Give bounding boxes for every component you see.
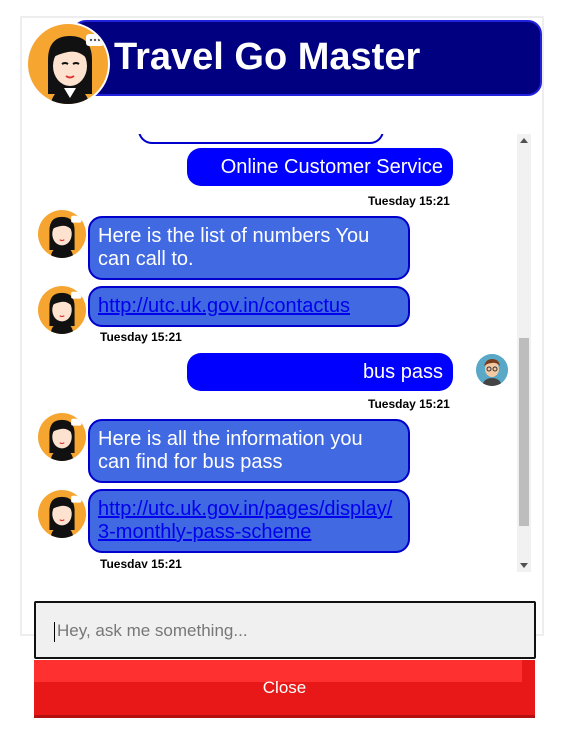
bot-link-bubble: http://utc.uk.gov.in/contactus — [88, 286, 410, 327]
close-button-label: Close — [262, 678, 307, 697]
bot-link-bubble: http://utc.uk.gov.in/pages/display/3-mon… — [88, 489, 410, 553]
bot-message-bubble: Here is the list of numbers You can call… — [88, 216, 410, 280]
user-message-bubble: Online Customer Service — [187, 148, 453, 186]
agent-logo-icon — [26, 22, 110, 106]
input-placeholder: Hey, ask me something... — [57, 621, 248, 640]
chat-scrollbar[interactable] — [517, 134, 531, 572]
text-caret — [54, 621, 55, 642]
previous-message-bubble — [138, 134, 384, 144]
message-timestamp: Tuesday 15:21 — [100, 330, 182, 344]
agent-avatar-icon — [38, 413, 86, 461]
message-text: Here is the list of numbers You can call… — [98, 225, 370, 270]
agent-avatar-icon — [38, 286, 86, 334]
message-text: bus pass — [362, 361, 443, 383]
chat-widget: Travel Go Master Online Customer Service… — [20, 16, 544, 636]
scroll-down-icon[interactable] — [520, 563, 528, 568]
message-list[interactable]: Online Customer Service Tuesday 15:21 He… — [32, 134, 512, 568]
scroll-up-icon[interactable] — [520, 138, 528, 143]
message-timestamp: Tuesday 15:21 — [100, 557, 182, 568]
message-timestamp: Tuesday 15:21 — [368, 194, 450, 208]
agent-avatar-icon — [38, 210, 86, 258]
monthly-pass-link[interactable]: http://utc.uk.gov.in/pages/display/3-mon… — [98, 498, 392, 543]
app-title: Travel Go Master — [114, 36, 421, 78]
contactus-link[interactable]: http://utc.uk.gov.in/contactus — [98, 295, 350, 317]
user-message-bubble: bus pass — [187, 353, 453, 391]
bot-message-bubble: Here is all the information you can find… — [88, 419, 410, 483]
message-text: Here is all the information you can find… — [98, 428, 363, 473]
message-timestamp: Tuesday 15:21 — [368, 397, 450, 411]
message-input[interactable]: Hey, ask me something... — [34, 601, 536, 659]
close-button[interactable]: Close — [34, 660, 535, 718]
scrollbar-thumb[interactable] — [519, 338, 529, 526]
header-banner: Travel Go Master — [72, 20, 542, 96]
user-avatar-icon — [476, 354, 508, 386]
message-text: Online Customer Service — [220, 156, 443, 178]
agent-avatar-icon — [38, 490, 86, 538]
